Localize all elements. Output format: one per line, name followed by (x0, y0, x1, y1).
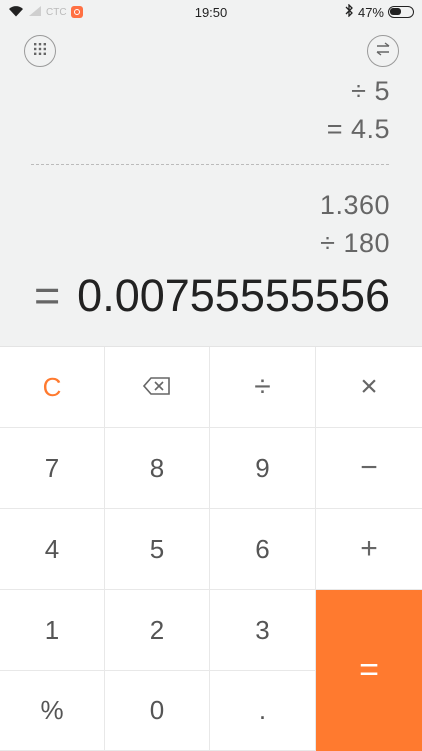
minus-button[interactable]: − (316, 428, 422, 509)
multiply-button[interactable]: × (316, 347, 422, 428)
status-time: 19:50 (194, 5, 228, 20)
result-display: = 0.00755555556 (34, 270, 390, 322)
backspace-icon (142, 372, 171, 403)
key-7[interactable]: 7 (0, 428, 105, 509)
equals-button[interactable]: = (316, 590, 422, 751)
key-2[interactable]: 2 (105, 590, 210, 671)
swap-icon (375, 41, 391, 61)
battery-icon (388, 6, 414, 18)
key-3[interactable]: 3 (210, 590, 316, 671)
convert-button[interactable] (367, 35, 399, 67)
clear-button[interactable]: C (0, 347, 105, 428)
history-line: ÷ 5 (351, 76, 390, 106)
current-operand: 1.360 (319, 190, 390, 220)
key-5[interactable]: 5 (105, 509, 210, 590)
key-6[interactable]: 6 (210, 509, 316, 590)
divide-button[interactable]: ÷ (210, 347, 316, 428)
decimal-button[interactable]: . (210, 671, 316, 751)
grid-icon (34, 42, 46, 60)
backspace-button[interactable] (105, 347, 210, 428)
key-4[interactable]: 4 (0, 509, 105, 590)
key-9[interactable]: 9 (210, 428, 316, 509)
result-value: 0.00755555556 (77, 270, 390, 321)
plus-button[interactable]: + (316, 509, 422, 590)
history-divider (31, 164, 389, 165)
menu-button[interactable] (24, 35, 56, 67)
result-equals-sign: = (34, 270, 61, 321)
current-operation: ÷ 180 (320, 228, 390, 258)
key-8[interactable]: 8 (105, 428, 210, 509)
key-0[interactable]: 0 (105, 671, 210, 751)
key-1[interactable]: 1 (0, 590, 105, 671)
keypad: C ÷ × 7 8 9 − 4 5 6 + 1 2 3 = % 0 . (0, 346, 422, 751)
percent-button[interactable]: % (0, 671, 105, 751)
history-line: = 4.5 (326, 114, 390, 144)
status-bar: CTC 19:50 47% (0, 0, 422, 24)
